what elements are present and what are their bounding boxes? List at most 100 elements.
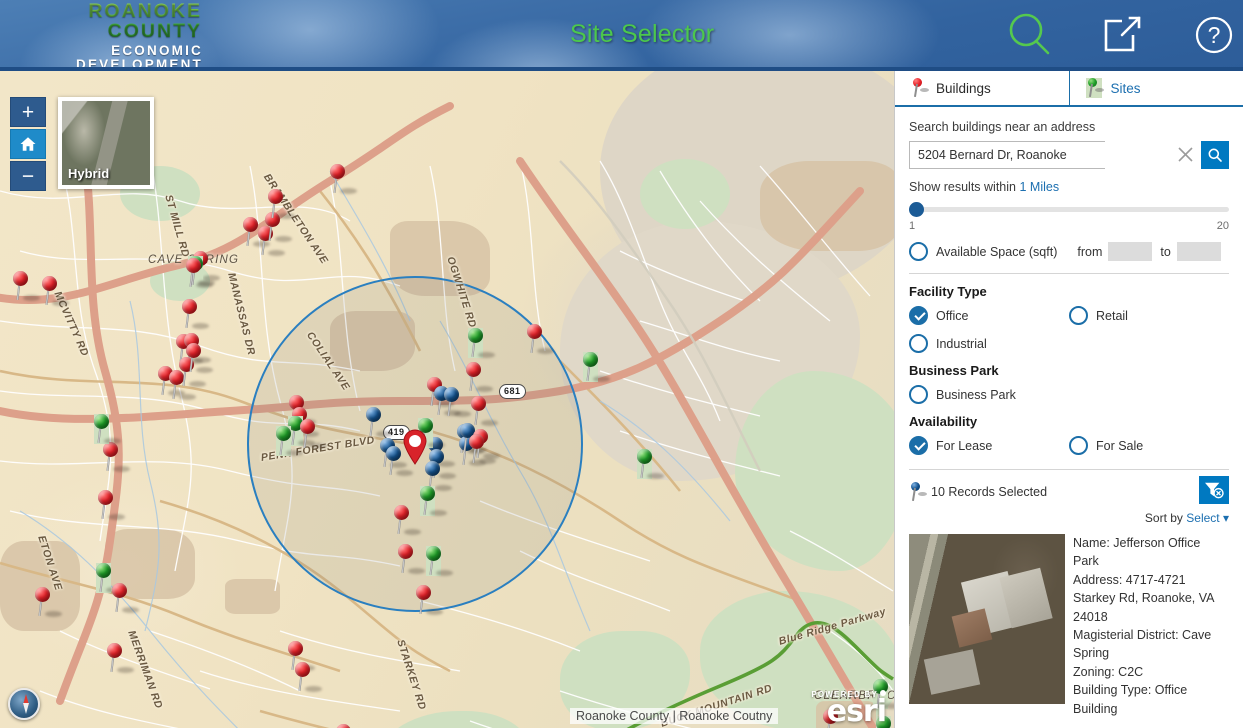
map-pin-red[interactable] (469, 434, 496, 464)
radius-prefix: Show results within (909, 180, 1016, 194)
radius-min-label: 1 (909, 220, 916, 232)
for-sale-radio[interactable] (1069, 436, 1088, 455)
map-pin-red[interactable] (471, 396, 498, 426)
business-park-radio[interactable] (909, 385, 928, 404)
map-pin-red[interactable] (295, 662, 322, 692)
radius-slider-track[interactable] (909, 207, 1229, 212)
facility-option-industrial[interactable]: Industrial (909, 334, 1229, 353)
sort-by-value[interactable]: Select (1186, 511, 1219, 525)
share-external-link-icon[interactable] (1092, 5, 1152, 65)
home-button[interactable] (10, 129, 46, 159)
records-selected-row: 10 Records Selected (909, 482, 1229, 502)
map-pin-red[interactable] (98, 490, 125, 520)
facility-type-title: Facility Type (909, 284, 987, 299)
roanoke-county-logo[interactable]: ROANOKE COUNTY ECONOMIC DEVELOPMENT VIRG… (12, 1, 212, 71)
map-pin-red[interactable] (243, 217, 270, 247)
search-filter-panel: Buildings Sites Search buildings near an… (894, 71, 1243, 728)
page-title: Site Selector (570, 20, 715, 48)
search-field-label: Search buildings near an address (909, 120, 1096, 134)
facility-option-office[interactable]: Office (909, 306, 1069, 325)
map-route-shield: 681 (499, 384, 526, 399)
for-sale-label: For Sale (1096, 438, 1144, 453)
search-icon[interactable] (1000, 5, 1060, 65)
zoom-in-button[interactable]: + (10, 97, 46, 127)
records-selected-count: 10 Records Selected (931, 485, 1048, 499)
facility-option-retail[interactable]: Retail (1069, 306, 1229, 325)
space-from-label: from (1077, 244, 1103, 259)
zoom-out-button[interactable]: − (10, 161, 46, 191)
esri-logo: POWERED BY esri (811, 689, 887, 726)
basemap-selector[interactable]: Hybrid (58, 97, 154, 189)
chevron-down-icon[interactable]: ▾ (1223, 511, 1229, 525)
industrial-label: Industrial (936, 336, 987, 351)
map-pin-red[interactable] (42, 276, 69, 306)
record-district: Magisterial District: Cave Spring (1073, 628, 1212, 661)
availability-title: Availability (909, 414, 978, 429)
building-aerial-photo[interactable] (909, 534, 1065, 704)
map-pin-red[interactable] (268, 189, 295, 219)
map-pin-red[interactable] (35, 587, 62, 617)
map-pin-blue[interactable] (444, 387, 471, 417)
tab-buildings[interactable]: Buildings (895, 71, 1070, 105)
record-details: Name: Jefferson Office Park Address: 471… (1073, 534, 1229, 718)
list-item[interactable]: Name: Jefferson Office Park Address: 471… (909, 534, 1229, 718)
map-pin-red[interactable] (182, 299, 209, 329)
map-pin-red[interactable] (13, 271, 40, 301)
map-canvas[interactable]: BRAMBLETON AVE ST MILL RD MANASSAS DR MCVIT… (0, 71, 894, 728)
radius-slider-handle[interactable] (909, 202, 924, 217)
map-pin-red[interactable] (300, 419, 327, 449)
app-header: ROANOKE COUNTY ECONOMIC DEVELOPMENT VIRG… (0, 0, 1243, 71)
sort-by-control[interactable]: Sort by Select ▾ (909, 511, 1229, 525)
map-pin-red[interactable] (103, 442, 130, 472)
availability-option-lease[interactable]: For Lease (909, 436, 1069, 455)
radius-label: Show results within 1 Miles (909, 180, 1229, 194)
tab-sites[interactable]: Sites (1069, 71, 1243, 107)
record-building-type: Building Type: Office Building (1073, 683, 1188, 716)
for-lease-radio[interactable] (909, 436, 928, 455)
compass-widget[interactable] (8, 688, 40, 720)
svg-text:?: ? (1208, 22, 1221, 48)
blue-pin-icon (909, 482, 927, 502)
search-input[interactable] (909, 141, 1105, 169)
space-from-input[interactable] (1108, 242, 1153, 261)
map-pin-red[interactable] (336, 724, 351, 728)
business-park-option[interactable]: Business Park (909, 385, 1229, 404)
map-pin-blue[interactable] (366, 407, 393, 437)
map-pin-red[interactable] (466, 362, 493, 392)
panel-tabs[interactable]: Buildings Sites (895, 71, 1243, 107)
available-space-radio[interactable] (909, 242, 928, 261)
retail-radio[interactable] (1069, 306, 1088, 325)
clear-x-icon[interactable] (1177, 146, 1194, 163)
map-pin-red[interactable] (394, 505, 421, 535)
record-address: Address: 4717-4721 Starkey Rd, Roanoke, … (1073, 572, 1214, 624)
office-radio[interactable] (909, 306, 928, 325)
zoom-controls[interactable]: + − (10, 97, 46, 193)
map-pin-red[interactable] (107, 643, 134, 673)
map-pin-blue[interactable] (425, 461, 452, 491)
map-pin-red[interactable] (527, 324, 554, 354)
radius-max-label: 20 (1216, 220, 1229, 232)
radius-slider[interactable] (909, 201, 1229, 217)
availability-option-sale[interactable]: For Sale (1069, 436, 1229, 455)
for-lease-label: For Lease (936, 438, 993, 453)
selected-address-marker[interactable] (402, 429, 428, 465)
industrial-radio[interactable] (909, 334, 928, 353)
business-park-label: Business Park (936, 387, 1016, 402)
map-pin-red[interactable] (186, 258, 213, 288)
sort-by-label: Sort by (1144, 511, 1183, 525)
map-pin-red[interactable] (398, 544, 425, 574)
map-pin-red[interactable] (416, 585, 443, 615)
space-to-input[interactable] (1176, 242, 1221, 261)
red-pin-icon (911, 78, 929, 98)
map-pin-red[interactable] (186, 343, 213, 373)
map-pin-blue[interactable] (386, 446, 413, 476)
clear-filter-icon[interactable] (1199, 476, 1229, 504)
map-pin-red[interactable] (112, 583, 139, 613)
search-submit-button[interactable] (1201, 141, 1229, 169)
help-question-icon[interactable]: ? (1184, 5, 1243, 65)
results-header: 10 Records Selected Sort by Select ▾ (909, 470, 1229, 525)
filter-form: Search buildings near an address 5204 Be… (895, 120, 1243, 718)
record-zoning: Zoning: C2C (1073, 664, 1144, 679)
compass-south-needle (23, 703, 29, 714)
map-pin-red[interactable] (330, 164, 357, 194)
